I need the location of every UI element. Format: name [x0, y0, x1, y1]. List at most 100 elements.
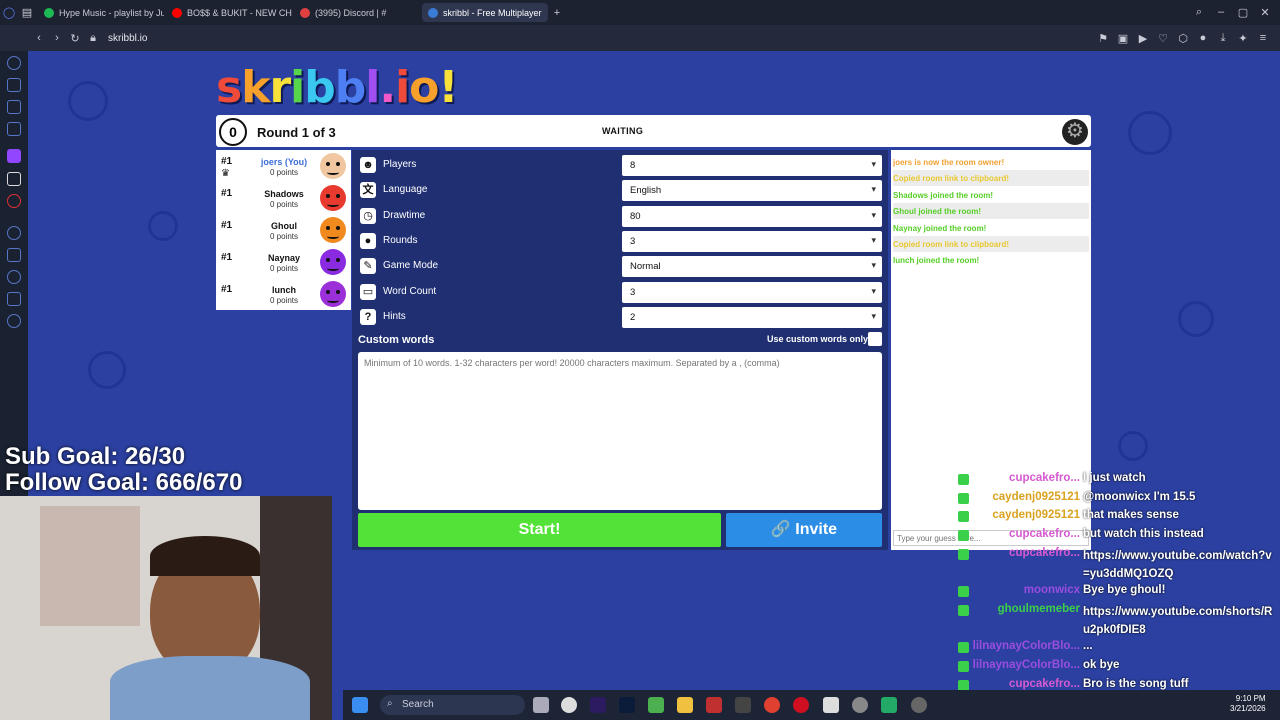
search-tabs-icon[interactable]: ⌕	[1190, 6, 1208, 19]
player-icon[interactable]: ▶	[1134, 32, 1152, 45]
player-row[interactable]: #1 Ghoul 0 points	[216, 214, 351, 246]
settings-sidebar-icon[interactable]	[7, 314, 21, 328]
setting-select[interactable]: 3	[622, 282, 882, 303]
setting-row: ▭ Word Count 3	[358, 282, 882, 304]
browser-tab[interactable]: skribbl - Free Multiplayer	[422, 3, 548, 22]
twitch-message: cupcakefro... but watch this instead	[940, 526, 1280, 544]
ai-icon[interactable]: ✦	[1234, 32, 1252, 45]
twitch-message: ghoulmemeber https://www.youtube.com/shor…	[940, 601, 1280, 636]
new-tab-icon[interactable]: +	[548, 7, 566, 19]
tab-label: (3995) Discord | #	[315, 7, 387, 18]
messenger-icon[interactable]	[7, 100, 21, 114]
forward-icon[interactable]: ›	[48, 32, 66, 44]
app-icon[interactable]	[706, 697, 722, 713]
folder-icon[interactable]	[677, 697, 693, 713]
tab-favicon-icon	[172, 7, 182, 18]
twitch-message-text: https://www.youtube.com/shorts/Ru2pk0fDI…	[1083, 605, 1273, 636]
maximize-icon[interactable]: ▢	[1234, 6, 1252, 19]
setting-select[interactable]: Normal	[622, 256, 882, 277]
player-row[interactable]: #1 joers (You) 0 points	[216, 150, 351, 182]
start-button[interactable]: Start!	[358, 513, 721, 547]
back-icon[interactable]: ‹	[30, 32, 48, 44]
setting-select[interactable]: English	[622, 180, 882, 201]
windows-start-icon[interactable]	[352, 697, 368, 713]
opera-logo-icon[interactable]: ◯	[0, 6, 18, 19]
round-indicator: Round 1 of 3	[257, 125, 336, 140]
twitch-message: cupcakefro... I just watch	[940, 470, 1280, 488]
photoshop-icon[interactable]	[619, 697, 635, 713]
player-row[interactable]: #1 lunch 0 points	[216, 278, 351, 310]
custom-words-input[interactable]	[358, 352, 882, 510]
game-status: WAITING	[602, 126, 644, 136]
workspaces-icon[interactable]	[7, 78, 21, 92]
download-icon[interactable]: ⤓	[1214, 32, 1232, 45]
player-avatar	[320, 249, 346, 275]
app-icon[interactable]	[881, 697, 897, 713]
twitch-username[interactable]: cupcakefro...	[1009, 678, 1080, 690]
player-row[interactable]: #1 Naynay 0 points	[216, 246, 351, 278]
twitch-message: caydenj0925121 @moonwicx I'm 15.5	[940, 489, 1280, 507]
music-icon[interactable]	[7, 122, 21, 136]
close-icon[interactable]: ✕	[1256, 6, 1274, 19]
taskbar-search[interactable]: ⌕ Search	[380, 695, 525, 715]
twitch-chat-overlay: cupcakefro... I just watch caydenj0925121 @…	[940, 470, 1280, 720]
minecraft-icon[interactable]	[648, 697, 664, 713]
app-icon[interactable]	[823, 697, 839, 713]
url-field[interactable]: skribbl.io	[108, 33, 147, 44]
x-icon[interactable]	[7, 172, 21, 186]
browser-tab[interactable]: Hype Music - playlist by Ju	[38, 3, 164, 22]
twitch-username[interactable]: caydenj0925121	[992, 491, 1080, 503]
twitch-username[interactable]: cupcakefro...	[1009, 472, 1080, 484]
twitch-message: cupcakefro... https://www.youtube.com/wat…	[940, 545, 1280, 580]
twitch-username[interactable]: caydenj0925121	[992, 509, 1080, 521]
doodle	[88, 351, 126, 389]
heart-icon[interactable]: ♡	[1154, 32, 1172, 45]
settings-gear-icon[interactable]: ⚙	[1062, 119, 1088, 145]
invite-button[interactable]: 🔗 Invite	[726, 513, 882, 547]
doodle	[1178, 301, 1214, 337]
player-sidebar-icon[interactable]	[7, 248, 21, 262]
clock-icon[interactable]	[7, 270, 21, 284]
twitch-username[interactable]: cupcakefro...	[1009, 547, 1080, 559]
badge-icon	[958, 642, 969, 654]
setting-select[interactable]: 3	[622, 231, 882, 252]
snapshot-icon[interactable]: ▣	[1114, 32, 1132, 45]
profile-icon[interactable]: ●	[1194, 32, 1212, 45]
premiere-icon[interactable]	[590, 697, 606, 713]
history-icon[interactable]	[7, 226, 21, 240]
menu-icon[interactable]: ≡	[1254, 32, 1272, 45]
setting-select[interactable]: 8	[622, 155, 882, 176]
app-icon[interactable]	[735, 697, 751, 713]
extensions-sidebar-icon[interactable]	[7, 292, 21, 306]
settings-taskbar-icon[interactable]	[911, 697, 927, 713]
custom-words-only-checkbox[interactable]	[868, 332, 882, 346]
aria-icon[interactable]	[7, 56, 21, 70]
obs-icon[interactable]	[852, 697, 868, 713]
chrome-icon[interactable]	[764, 697, 780, 713]
browser-tab[interactable]: (3995) Discord | #	[294, 3, 420, 22]
twitch-username[interactable]: moonwicx	[1024, 584, 1080, 596]
media-player-icon[interactable]	[561, 697, 577, 713]
twitch-icon[interactable]	[7, 149, 21, 163]
browser-tab[interactable]: BO$$ & BUKIT - NEW CH	[166, 3, 292, 22]
extensions-icon[interactable]: ⬡	[1174, 32, 1192, 45]
search-icon: ⌕	[387, 698, 393, 709]
bookmark-icon[interactable]: ⚑	[1094, 32, 1112, 45]
twitch-username[interactable]: lilnaynayColorBlo...	[973, 659, 1080, 671]
player-row[interactable]: #1 Shadows 0 points	[216, 182, 351, 214]
tab-favicon-icon	[300, 7, 310, 18]
twitch-username[interactable]: cupcakefro...	[1009, 528, 1080, 540]
opera-icon[interactable]	[793, 697, 809, 713]
webcam-overlay	[0, 496, 332, 720]
twitch-username[interactable]: ghoulmemeber	[998, 603, 1080, 615]
file-explorer-icon[interactable]	[533, 697, 549, 713]
custom-words-title: Custom words	[358, 334, 435, 346]
twitch-username[interactable]: lilnaynayColorBlo...	[973, 640, 1080, 652]
minimize-icon[interactable]: –	[1212, 6, 1230, 19]
setting-select[interactable]: 80	[622, 206, 882, 227]
setting-select[interactable]: 2	[622, 307, 882, 328]
discord-icon[interactable]	[7, 194, 21, 208]
reload-icon[interactable]: ↻	[66, 32, 84, 45]
tab-menu-icon[interactable]: ▤	[18, 6, 36, 19]
player-rank: #1	[221, 220, 233, 231]
